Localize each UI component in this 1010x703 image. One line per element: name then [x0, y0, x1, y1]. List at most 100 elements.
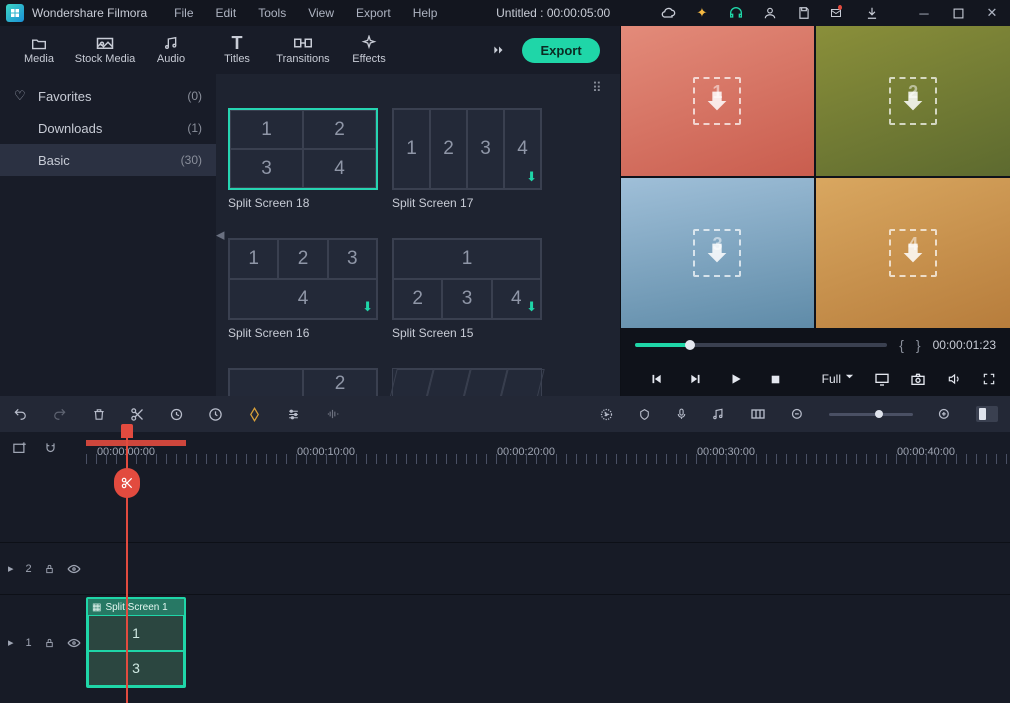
- audio-icon[interactable]: [325, 407, 340, 421]
- zoom-out-icon[interactable]: [790, 407, 805, 422]
- color-icon[interactable]: [247, 407, 262, 422]
- template-thumb[interactable]: 1 2 3 4 ⬇ Split Screen 16: [228, 238, 378, 340]
- cell: 3: [328, 239, 377, 279]
- zoom-slider[interactable]: [829, 413, 913, 416]
- cell: 2: [278, 239, 327, 279]
- eye-icon[interactable]: [67, 638, 81, 648]
- template-thumb[interactable]: 1 2 3 4 ⬇ Split Screen 17: [392, 108, 542, 210]
- tab-effects[interactable]: Effects: [336, 26, 402, 74]
- heart-icon: ♡: [14, 88, 28, 104]
- redo-icon[interactable]: [52, 407, 68, 421]
- playhead[interactable]: [126, 432, 128, 703]
- tab-audio-label: Audio: [157, 53, 185, 65]
- track-body[interactable]: ▦Split Screen 1 1 3: [86, 595, 1010, 690]
- quality-label[interactable]: Full: [822, 372, 854, 386]
- template-thumb[interactable]: [392, 368, 542, 396]
- sidebar-item-label: Basic: [38, 153, 70, 168]
- preview-quadrant[interactable]: 2: [816, 26, 1010, 176]
- timeline-ruler[interactable]: 00:00:00:00 00:00:10:00 00:00:20:00 00:0…: [86, 432, 1010, 464]
- cloud-icon[interactable]: [660, 5, 676, 21]
- headphones-icon[interactable]: [728, 5, 744, 21]
- preview-quadrant[interactable]: 1: [621, 26, 815, 176]
- template-thumb[interactable]: 1 2 3 4 ⬇ Split Screen 15: [392, 238, 542, 340]
- render-icon[interactable]: [599, 407, 614, 422]
- magnet-icon[interactable]: [43, 441, 58, 455]
- add-track-icon[interactable]: [12, 441, 27, 455]
- template-thumb[interactable]: 1 2 3 4 Split Screen 18: [228, 108, 378, 210]
- sidebar-item-basic[interactable]: Basic (30): [0, 144, 216, 176]
- crop-icon[interactable]: [169, 407, 184, 422]
- minimize-button[interactable]: ─: [916, 5, 932, 21]
- menu-file[interactable]: File: [165, 3, 202, 23]
- seek-slider[interactable]: [635, 343, 888, 347]
- preview-panel: 1 2 3 4 { } 00:00:01:23 Full: [621, 26, 1010, 396]
- track-body[interactable]: [86, 543, 1010, 594]
- zoom-in-icon[interactable]: [937, 407, 952, 422]
- cell: 2: [430, 109, 467, 189]
- step-fwd-icon[interactable]: [689, 372, 703, 386]
- cell: [500, 369, 544, 396]
- clip-title: Split Screen 1: [105, 602, 167, 613]
- track-row: ▸ 1 ▦Split Screen 1 1 3: [0, 594, 1010, 690]
- tab-effects-label: Effects: [352, 53, 385, 65]
- tab-audio[interactable]: Audio: [138, 26, 204, 74]
- undo-icon[interactable]: [12, 407, 28, 421]
- mixer-icon[interactable]: [712, 407, 726, 421]
- adjust-icon[interactable]: [286, 408, 301, 421]
- speed-icon[interactable]: [208, 407, 223, 422]
- timeline-clip[interactable]: ▦Split Screen 1 1 3: [86, 597, 186, 688]
- sidebar-item-downloads[interactable]: Downloads (1): [0, 112, 216, 144]
- menu-tools[interactable]: Tools: [249, 3, 295, 23]
- tab-titles[interactable]: TTitles: [204, 26, 270, 74]
- fullscreen-icon[interactable]: [982, 372, 996, 386]
- step-back-icon[interactable]: [649, 372, 663, 386]
- delete-icon[interactable]: [92, 407, 106, 422]
- display-icon[interactable]: [874, 372, 890, 386]
- volume-icon[interactable]: [946, 372, 962, 386]
- account-icon[interactable]: [762, 5, 778, 21]
- grid-view-icon[interactable]: ⠿: [592, 80, 602, 96]
- expand-chevron-icon[interactable]: [490, 43, 508, 57]
- download-icon[interactable]: [864, 5, 880, 21]
- tab-transitions[interactable]: Transitions: [270, 26, 336, 74]
- app-name: Wondershare Filmora: [32, 6, 147, 20]
- maximize-button[interactable]: [950, 5, 966, 21]
- split-icon[interactable]: [130, 407, 145, 422]
- mark-in-icon[interactable]: {: [899, 337, 904, 353]
- mail-icon[interactable]: [830, 5, 846, 21]
- marker-icon[interactable]: [638, 407, 651, 422]
- close-button[interactable]: ✕: [984, 5, 1000, 21]
- tab-media[interactable]: Media: [6, 26, 72, 74]
- template-thumb[interactable]: 2: [228, 368, 378, 396]
- track-size-toggle[interactable]: [976, 406, 998, 422]
- range-marker[interactable]: [86, 440, 186, 446]
- menu-edit[interactable]: Edit: [207, 3, 246, 23]
- keyframe-icon[interactable]: [750, 408, 766, 420]
- scissors-icon[interactable]: [114, 468, 140, 498]
- collapse-sidebar-icon[interactable]: ◀: [216, 229, 224, 242]
- export-button[interactable]: Export: [522, 38, 599, 63]
- sidebar-item-favorites[interactable]: ♡ Favorites (0): [0, 80, 216, 112]
- eye-icon[interactable]: [67, 564, 81, 574]
- snapshot-icon[interactable]: [910, 372, 926, 386]
- lock-icon[interactable]: [44, 637, 55, 649]
- tab-titles-label: Titles: [224, 53, 250, 65]
- preview-quadrant[interactable]: 3: [621, 178, 815, 328]
- mark-out-icon[interactable]: }: [916, 337, 921, 353]
- preview-canvas[interactable]: 1 2 3 4: [621, 26, 1010, 328]
- save-icon[interactable]: [796, 5, 812, 21]
- stop-icon[interactable]: [769, 373, 782, 386]
- title-bar: Wondershare Filmora File Edit Tools View…: [0, 0, 1010, 26]
- tab-stock[interactable]: Stock Media: [72, 26, 138, 74]
- lightbulb-icon[interactable]: ✦: [694, 5, 710, 21]
- menu-export[interactable]: Export: [347, 3, 400, 23]
- lock-icon[interactable]: [44, 563, 55, 575]
- play-icon[interactable]: [729, 372, 743, 386]
- sidebar-item-label: Downloads: [38, 121, 102, 136]
- thumb-label: Split Screen 18: [228, 196, 378, 210]
- menu-help[interactable]: Help: [404, 3, 447, 23]
- preview-controls: Full: [621, 362, 1010, 396]
- menu-view[interactable]: View: [299, 3, 343, 23]
- preview-quadrant[interactable]: 4: [816, 178, 1010, 328]
- record-vo-icon[interactable]: [675, 406, 688, 422]
